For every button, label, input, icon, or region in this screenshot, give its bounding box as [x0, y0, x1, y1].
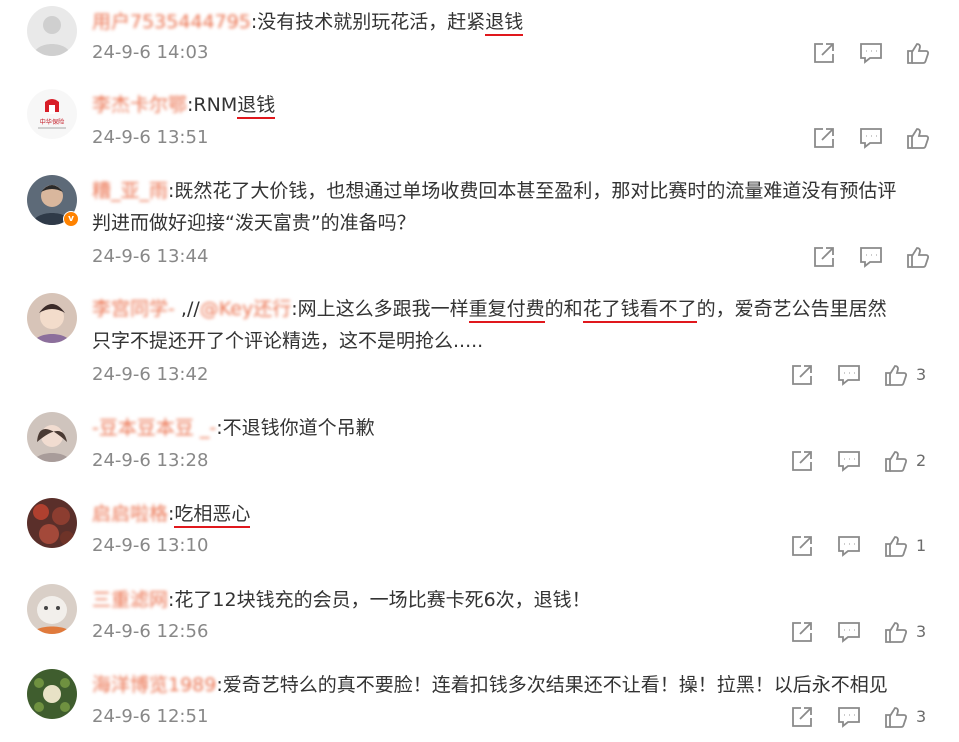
- highlighted-text: 花了钱看不了: [582, 298, 697, 320]
- avatar[interactable]: [27, 584, 77, 634]
- share-icon[interactable]: [789, 362, 815, 388]
- like-icon[interactable]: [883, 704, 909, 730]
- username[interactable]: 海洋博览1989: [92, 674, 216, 696]
- username[interactable]: 启启啦格: [92, 503, 168, 525]
- mention-link[interactable]: @Key还行: [200, 298, 291, 320]
- timestamp: 24-9-6 13:51: [92, 127, 209, 148]
- logo-text: 中华保险: [40, 118, 66, 126]
- comment-text-line2: 判进而做好迎接“泼天富贵”的准备吗？: [92, 212, 416, 234]
- share-icon[interactable]: [811, 125, 837, 151]
- comment-icon[interactable]: [858, 125, 884, 151]
- comment-body: 三重滤网:花了12块钱充的会员，一场比赛卡死6次，退钱！: [92, 584, 932, 616]
- avatar[interactable]: [27, 498, 77, 548]
- timestamp: 24-9-6 12:56: [92, 621, 209, 642]
- like-icon[interactable]: [883, 362, 909, 388]
- comment-icon[interactable]: [836, 533, 862, 559]
- comment-body: 用户7535444795:没有技术就别玩花活，赶紧退钱: [92, 6, 932, 38]
- comment-icon[interactable]: [836, 448, 862, 474]
- share-icon[interactable]: [811, 40, 837, 66]
- comment-text: :RNM: [187, 94, 238, 116]
- comment-icon[interactable]: [836, 619, 862, 645]
- highlighted-text: 吃相恶心: [174, 503, 251, 525]
- comment-text: :花了12块钱充的会员，一场比赛卡死6次，退钱！: [168, 589, 591, 611]
- share-icon[interactable]: [789, 619, 815, 645]
- comment-icon[interactable]: [836, 362, 862, 388]
- like-count: 2: [916, 451, 927, 470]
- username[interactable]: -豆本豆本豆 _-: [92, 417, 216, 439]
- comment-text: 的，爱奇艺公告里居然: [696, 298, 887, 320]
- comment-body: 李宫同学- ,//@Key还行:网上这么多跟我一样重复付费的和花了钱看不了的，爱…: [92, 293, 932, 357]
- comment-text: :爱奇艺特么的真不要脸！连着扣钱多次结果还不让看！操！拉黑！以后永不相见: [216, 674, 888, 696]
- timestamp: 24-9-6 13:28: [92, 450, 209, 471]
- comment-text: 的和: [544, 298, 583, 320]
- avatar[interactable]: [27, 412, 77, 462]
- like-count: 3: [916, 365, 927, 384]
- like-icon[interactable]: [883, 448, 909, 474]
- comment-text: :网上这么多跟我一样: [291, 298, 469, 320]
- comment-text: :既然花了大价钱，也想通过单场收费回本甚至盈利，那对比赛时的流量难道没有预估评: [168, 180, 897, 202]
- avatar[interactable]: [27, 669, 77, 719]
- like-count: 3: [916, 622, 927, 641]
- like-count: 3: [916, 707, 927, 726]
- comment-icon[interactable]: [836, 704, 862, 730]
- comment-body: 糟_亚_雨:既然花了大价钱，也想通过单场收费回本甚至盈利，那对比赛时的流量难道没…: [92, 175, 932, 239]
- share-icon[interactable]: [789, 533, 815, 559]
- comment-icon[interactable]: [858, 40, 884, 66]
- avatar[interactable]: 中华保险: [27, 89, 77, 139]
- username[interactable]: 李宫同学-: [92, 298, 181, 320]
- separator-text: ,//: [180, 298, 200, 320]
- timestamp: 24-9-6 13:10: [92, 535, 209, 556]
- timestamp: 24-9-6 14:03: [92, 42, 209, 63]
- timestamp: 24-9-6 12:51: [92, 706, 209, 727]
- like-icon[interactable]: [883, 533, 909, 559]
- verified-badge-icon: v: [63, 211, 79, 227]
- avatar[interactable]: [27, 6, 77, 56]
- username[interactable]: 李杰卡尔鄂: [92, 94, 187, 116]
- comment-text-line2: 只字不提还开了个评论精选，这不是明抢么.....: [92, 330, 484, 352]
- username[interactable]: 糟_亚_雨: [92, 180, 168, 202]
- share-icon[interactable]: [789, 704, 815, 730]
- comment-body: 启启啦格:吃相恶心: [92, 498, 932, 530]
- comment-text: :没有技术就别玩花活，赶紧: [250, 11, 486, 33]
- timestamp: 24-9-6 13:44: [92, 246, 209, 267]
- username[interactable]: 三重滤网: [92, 589, 168, 611]
- like-count: 1: [916, 536, 927, 555]
- like-icon[interactable]: [883, 619, 909, 645]
- highlighted-text: 退钱: [237, 94, 276, 116]
- like-icon[interactable]: [905, 125, 931, 151]
- timestamp: 24-9-6 13:42: [92, 364, 209, 385]
- comment-text: :不退钱你道个吊歉: [216, 417, 375, 439]
- comment-body: 海洋博览1989:爱奇艺特么的真不要脸！连着扣钱多次结果还不让看！操！拉黑！以后…: [92, 669, 932, 701]
- share-icon[interactable]: [811, 244, 837, 270]
- comment-icon[interactable]: [858, 244, 884, 270]
- avatar[interactable]: [27, 293, 77, 343]
- highlighted-text: 重复付费: [468, 298, 545, 320]
- share-icon[interactable]: [789, 448, 815, 474]
- highlighted-text: 退钱: [485, 11, 524, 33]
- comment-body: 李杰卡尔鄂:RNM退钱: [92, 89, 932, 121]
- like-icon[interactable]: [905, 40, 931, 66]
- comment-body: -豆本豆本豆 _-:不退钱你道个吊歉: [92, 412, 932, 444]
- username[interactable]: 用户7535444795: [92, 11, 251, 33]
- like-icon[interactable]: [905, 244, 931, 270]
